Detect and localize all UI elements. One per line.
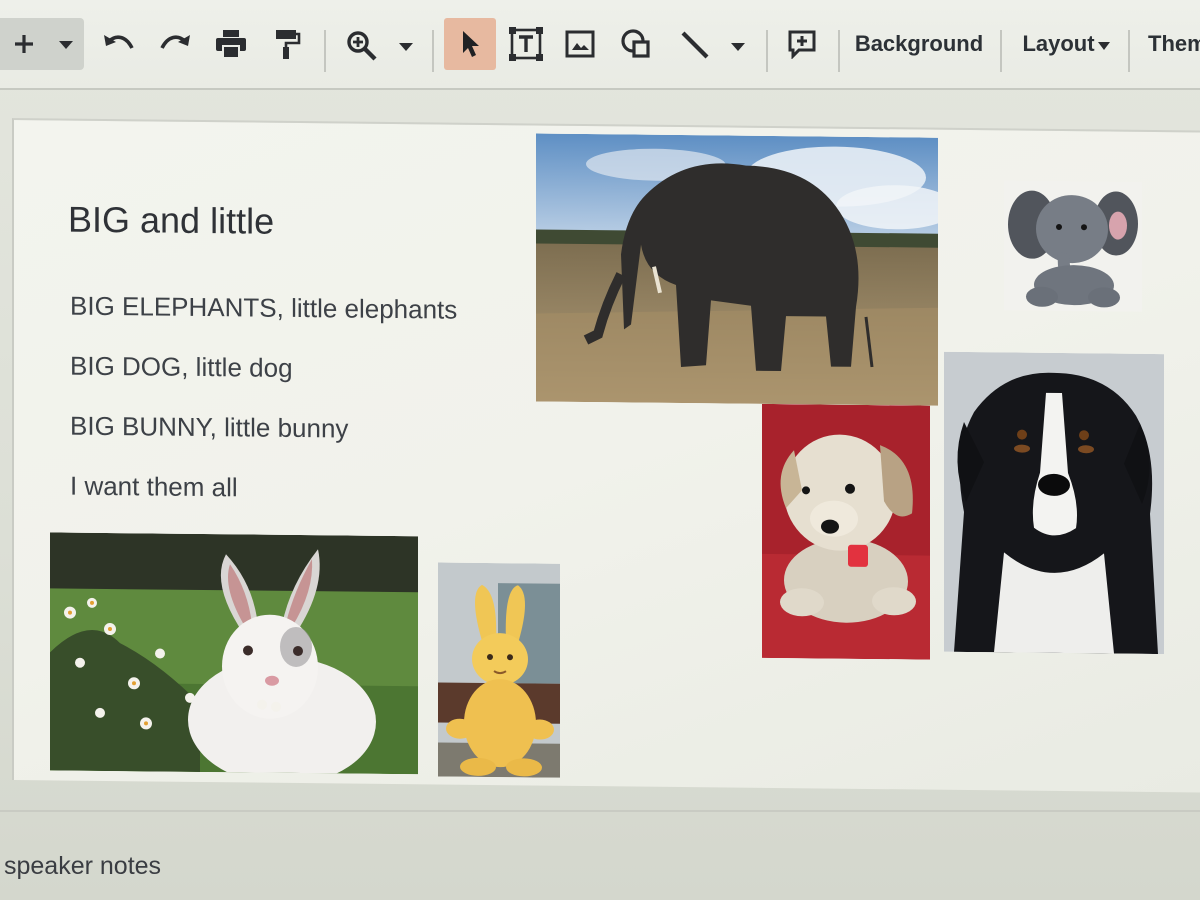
text-box-button[interactable] bbox=[506, 18, 546, 70]
toolbar-separator bbox=[1128, 30, 1130, 72]
chevron-down-icon bbox=[730, 42, 746, 52]
little-dog-plush-image[interactable] bbox=[762, 403, 930, 660]
select-tool-button[interactable] bbox=[444, 18, 496, 70]
little-bunny-plush-image[interactable] bbox=[438, 562, 560, 778]
zoom-button[interactable] bbox=[340, 18, 422, 70]
big-bunny-image[interactable] bbox=[50, 532, 418, 775]
layout-button-label: Layout bbox=[1022, 31, 1095, 56]
shape-icon bbox=[620, 28, 652, 60]
zoom-in-icon bbox=[346, 30, 378, 62]
undo-icon bbox=[102, 32, 136, 56]
plus-icon bbox=[12, 32, 36, 56]
print-icon bbox=[215, 29, 247, 59]
chevron-down-icon[interactable] bbox=[58, 40, 74, 50]
slide[interactable]: BIG and little BIG ELEPHANTS, little ele… bbox=[12, 118, 1200, 793]
cursor-arrow-icon bbox=[459, 29, 481, 59]
slides-editor-window: Background Layout Them BIG and little BI… bbox=[0, 0, 1200, 900]
text-box-icon bbox=[509, 27, 543, 61]
toolbar-separator bbox=[1000, 30, 1002, 72]
background-button-label: Background bbox=[854, 31, 984, 56]
toolbar-separator bbox=[324, 30, 326, 72]
body-text-line[interactable]: BIG ELEPHANTS, little elephants bbox=[70, 291, 457, 326]
add-comment-icon bbox=[787, 29, 817, 59]
speaker-notes-placeholder[interactable]: speaker notes bbox=[4, 852, 161, 881]
slide-canvas-area: BIG and little BIG ELEPHANTS, little ele… bbox=[0, 90, 1200, 810]
speaker-notes-divider[interactable] bbox=[0, 810, 1200, 812]
chevron-down-icon bbox=[1097, 42, 1110, 50]
body-text-line[interactable]: I want them all bbox=[70, 471, 238, 504]
paint-format-button[interactable] bbox=[266, 18, 308, 70]
redo-button[interactable] bbox=[154, 18, 196, 70]
big-dog-image[interactable] bbox=[944, 351, 1164, 655]
toolbar: Background Layout Them bbox=[0, 0, 1200, 90]
redo-icon bbox=[158, 32, 192, 56]
theme-button-label: Them bbox=[1148, 31, 1200, 56]
body-text-line[interactable]: BIG DOG, little dog bbox=[70, 351, 293, 384]
image-icon bbox=[565, 30, 595, 58]
toolbar-separator bbox=[432, 30, 434, 72]
insert-image-button[interactable] bbox=[560, 18, 600, 70]
chevron-down-icon bbox=[398, 42, 414, 52]
toolbar-separator bbox=[838, 30, 840, 72]
little-elephant-plush-image[interactable] bbox=[1004, 180, 1142, 312]
theme-button[interactable]: Them bbox=[1142, 18, 1200, 70]
add-comment-button[interactable] bbox=[782, 18, 822, 70]
new-slide-button[interactable] bbox=[0, 18, 84, 70]
paint-roller-icon bbox=[273, 28, 301, 60]
body-text-line[interactable]: BIG BUNNY, little bunny bbox=[70, 411, 348, 445]
toolbar-separator bbox=[766, 30, 768, 72]
print-button[interactable] bbox=[210, 18, 252, 70]
slide-title[interactable]: BIG and little bbox=[68, 199, 274, 243]
line-button[interactable] bbox=[672, 18, 754, 70]
layout-button[interactable]: Layout bbox=[1016, 18, 1116, 70]
line-icon bbox=[680, 30, 710, 60]
undo-button[interactable] bbox=[98, 18, 140, 70]
shape-button[interactable] bbox=[616, 18, 656, 70]
big-elephant-image[interactable] bbox=[536, 133, 938, 406]
background-button[interactable]: Background bbox=[852, 18, 986, 70]
